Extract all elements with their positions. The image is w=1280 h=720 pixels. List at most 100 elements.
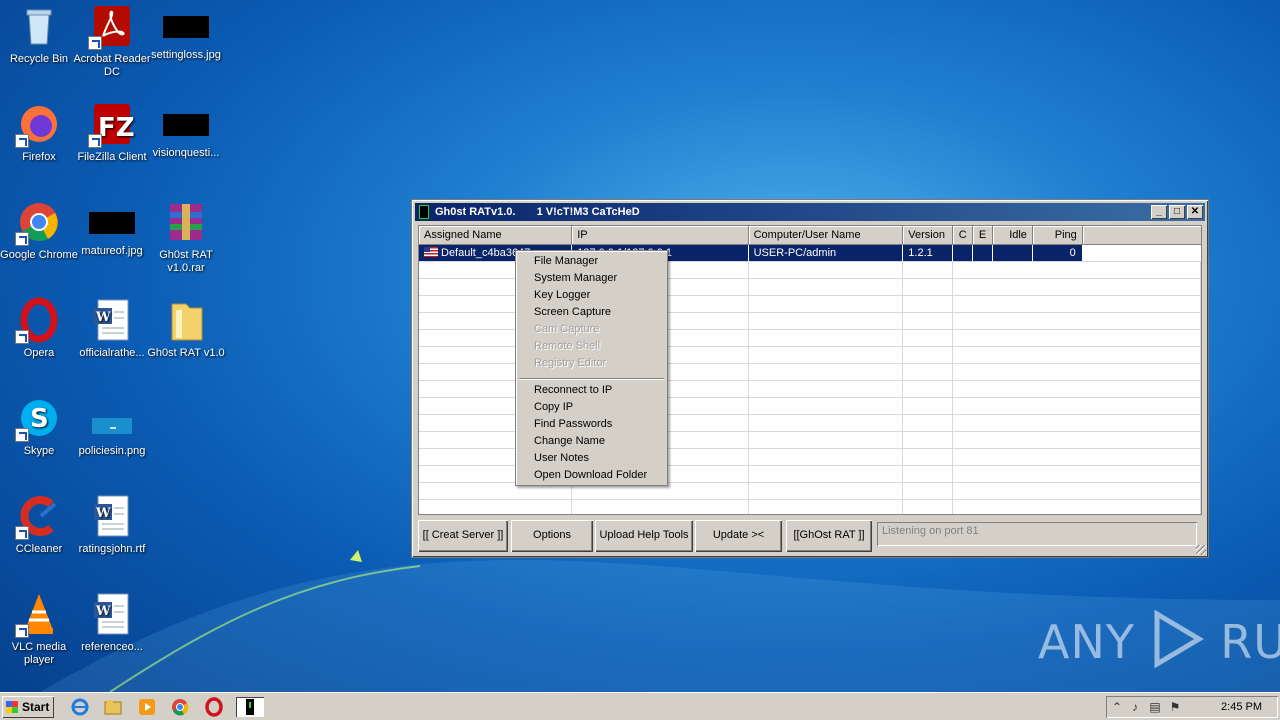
desktop-icon-vlc-media-player[interactable]: VLC media player xyxy=(0,590,78,667)
menu-item-registry-editor: Registry Editor xyxy=(534,357,607,369)
watermark-left: ANY xyxy=(1038,615,1135,669)
desktop-icon-label: CCleaner xyxy=(15,543,63,555)
empty-cell xyxy=(952,465,973,483)
desktop-icon-firefox[interactable]: Firefox xyxy=(0,100,78,164)
window-title: Gh0st RATv1.0. xyxy=(435,206,516,218)
resize-grip-icon[interactable] xyxy=(1196,545,1206,555)
empty-cell xyxy=(972,261,993,279)
desktop-icon-gh0st-rat-folder[interactable]: Gh0st RAT v1.0 xyxy=(147,296,225,360)
empty-cell xyxy=(972,499,993,514)
volume-icon[interactable]: ♪ xyxy=(1128,700,1142,714)
desktop-icon-label: Gh0st RAT v1.0.rar xyxy=(159,249,213,274)
menu-item-cam-capture: Cam Capture xyxy=(534,323,600,335)
column-header[interactable]: IP xyxy=(571,226,749,245)
firefox-icon xyxy=(15,100,63,148)
window-titlebar[interactable]: Gh0st RATv1.0. 1 V!cT!M3 CaTcHeD _ □ ✕ xyxy=(415,203,1205,221)
upload-help-tools-button[interactable]: Upload Help Tools xyxy=(595,520,693,552)
ccleaner-icon xyxy=(15,492,63,540)
desktop-icon-acrobat-reader[interactable]: Acrobat Reader DC xyxy=(73,2,151,79)
menu-item-key-logger[interactable]: Key Logger xyxy=(516,287,667,304)
desktop-icon-gh0st-rat-rar[interactable]: Gh0st RAT v1.0.rar xyxy=(147,198,225,275)
menu-item-reconnect-to-ip[interactable]: Reconnect to IP xyxy=(516,382,667,399)
empty-cell xyxy=(992,312,1033,330)
empty-cell xyxy=(1082,295,1201,313)
media-player-icon[interactable] xyxy=(137,697,157,717)
empty-cell xyxy=(992,380,1033,398)
empty-cell xyxy=(748,261,904,279)
clock[interactable]: 2:45 PM xyxy=(1221,696,1262,718)
minimize-button[interactable]: _ xyxy=(1151,205,1167,219)
menu-item-screen-capture[interactable]: Screen Capture xyxy=(516,304,667,321)
svg-text:S: S xyxy=(30,404,49,434)
gh0st-rat-taskbar-button[interactable] xyxy=(236,697,264,717)
menu-item-open-download-folder[interactable]: Open Download Folder xyxy=(516,467,667,484)
desktop-icon-settingloss-jpg[interactable]: settingloss.jpg xyxy=(147,2,225,62)
menu-item-system-manager[interactable]: System Manager xyxy=(516,270,667,287)
svg-text:W: W xyxy=(95,310,111,325)
empty-cell xyxy=(902,312,954,330)
opera-icon[interactable] xyxy=(204,697,224,717)
menu-item-find-passwords[interactable]: Find Passwords xyxy=(516,416,667,433)
desktop-icon-label: Acrobat Reader DC xyxy=(73,53,151,78)
empty-cell xyxy=(992,329,1033,347)
column-header[interactable]: Idle xyxy=(992,226,1033,245)
empty-cell xyxy=(748,295,904,313)
desktop-icon-opera[interactable]: Opera xyxy=(0,296,78,360)
desktop-icon-visionquesti-file[interactable]: visionquesti... xyxy=(147,100,225,160)
policiesin-png-thumbnail-icon xyxy=(88,394,136,442)
column-header[interactable]: C xyxy=(952,226,974,245)
empty-cell xyxy=(1082,414,1201,432)
desktop-icon-policiesin-png[interactable]: policiesin.png xyxy=(73,394,151,458)
filezilla-icon: FZ xyxy=(88,100,136,148)
options-button[interactable]: Options xyxy=(511,520,593,552)
empty-cell xyxy=(1032,499,1083,514)
desktop-icon-matureof-jpg[interactable]: matureof.jpg xyxy=(73,198,151,258)
menu-item-user-notes[interactable]: User Notes xyxy=(516,450,667,467)
flag-icon[interactable]: ⚑ xyxy=(1168,700,1182,714)
desktop-icon-ratingsjohn-rtf[interactable]: Wratingsjohn.rtf xyxy=(73,492,151,556)
desktop-icon-skype[interactable]: S Skype xyxy=(0,394,78,458)
desktop-icon-ccleaner[interactable]: CCleaner xyxy=(0,492,78,556)
empty-cell xyxy=(952,482,973,500)
desktop-icon-recycle-bin[interactable]: Recycle Bin xyxy=(0,2,78,66)
chrome-icon[interactable] xyxy=(170,697,190,717)
table-cell: USER-PC/admin xyxy=(748,244,904,262)
table-cell: 1.2.1 xyxy=(902,244,954,262)
empty-cell xyxy=(902,482,954,500)
app-icon xyxy=(419,205,429,219)
desktop-icon-officialrathe-doc[interactable]: Wofficialrathe... xyxy=(73,296,151,360)
create-server-button[interactable]: [[ Creat Server ]] xyxy=(418,520,508,552)
gh0st-rat-button[interactable]: [[GhOst RAT ]] xyxy=(786,520,872,552)
empty-cell xyxy=(1032,346,1083,364)
start-button[interactable]: Start xyxy=(2,696,54,718)
update-button[interactable]: Update >< xyxy=(695,520,782,552)
empty-cell xyxy=(952,295,973,313)
menu-item-copy-ip[interactable]: Copy IP xyxy=(516,399,667,416)
desktop-icon-google-chrome[interactable]: Google Chrome xyxy=(0,198,78,262)
menu-item-file-manager[interactable]: File Manager xyxy=(516,253,667,270)
explorer-icon[interactable] xyxy=(103,697,123,717)
column-header[interactable]: Computer/User Name xyxy=(748,226,904,245)
column-header[interactable]: E xyxy=(972,226,994,245)
desktop-icon-label: Firefox xyxy=(22,151,56,163)
network-icon[interactable]: ▤ xyxy=(1148,700,1162,714)
internet-explorer-icon[interactable] xyxy=(70,697,90,717)
maximize-button[interactable]: □ xyxy=(1169,205,1185,219)
column-header[interactable]: Ping xyxy=(1032,226,1083,245)
empty-cell xyxy=(952,380,973,398)
empty-cell xyxy=(748,482,904,500)
menu-item-change-name[interactable]: Change Name xyxy=(516,433,667,450)
column-header[interactable]: Version xyxy=(902,226,954,245)
empty-cell xyxy=(1082,499,1201,514)
desktop-icon-label: FileZilla Client xyxy=(77,151,147,163)
empty-cell xyxy=(1082,329,1201,347)
column-header[interactable]: Assigned Name xyxy=(419,226,573,245)
desktop-icon-referenceo-doc[interactable]: Wreferenceo... xyxy=(73,590,151,654)
close-button[interactable]: ✕ xyxy=(1187,205,1203,219)
empty-cell xyxy=(1082,380,1201,398)
chevron-up-icon[interactable]: ⌃ xyxy=(1110,700,1124,714)
desktop-icon-filezilla[interactable]: FZ FileZilla Client xyxy=(73,100,151,164)
empty-cell xyxy=(748,312,904,330)
recycle-bin-icon xyxy=(15,2,63,50)
empty-cell xyxy=(902,397,954,415)
